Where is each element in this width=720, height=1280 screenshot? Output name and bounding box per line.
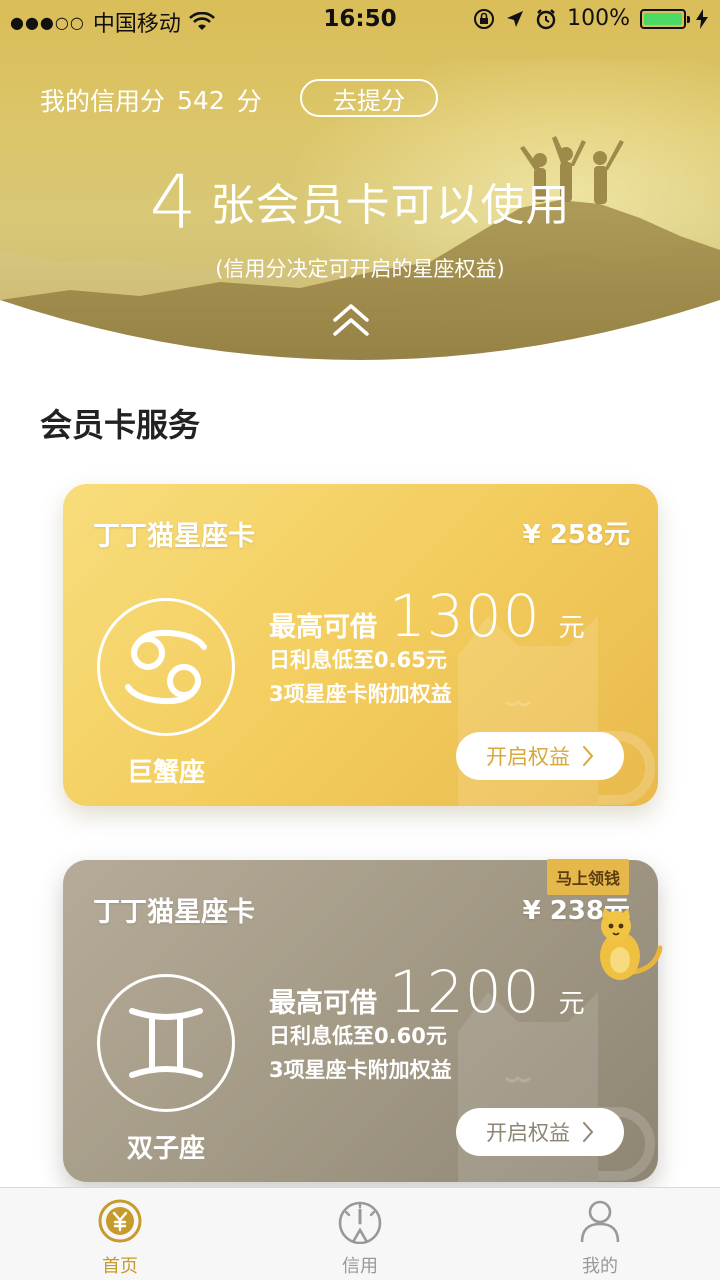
tab-label: 我的 xyxy=(582,1256,618,1277)
gauge-icon xyxy=(338,1201,382,1244)
daily-interest-text: 日利息低至0.65元 xyxy=(269,648,447,672)
raise-score-button[interactable]: 去提分 xyxy=(300,79,438,117)
charging-icon xyxy=(696,8,708,29)
zodiac-name: 巨蟹座 xyxy=(126,758,205,788)
gemini-icon xyxy=(97,974,235,1112)
hero-header: ●●●○○ 中国移动 16:50 100% 我的信用分 542 分 去提分 4 … xyxy=(0,0,720,370)
open-benefits-button[interactable]: 开启权益 xyxy=(456,732,624,780)
tab-home[interactable]: 首页 xyxy=(50,1198,190,1278)
alarm-icon xyxy=(536,8,556,29)
max-loan-label: 最高可借 xyxy=(269,988,377,1019)
max-loan-line: 最高可借 1200 元 xyxy=(269,958,585,1026)
max-loan-line: 最高可借 1300 元 xyxy=(269,582,585,650)
extra-benefits-text: 3项星座卡附加权益 xyxy=(269,1058,452,1082)
headline-subtitle: (信用分决定可开启的星座权益) xyxy=(215,257,505,281)
chevron-right-icon xyxy=(583,1122,594,1142)
status-bar: ●●●○○ 中国移动 16:50 100% xyxy=(0,0,720,40)
max-loan-amount: 1300 xyxy=(389,582,541,650)
chevron-right-icon xyxy=(583,746,594,766)
available-card-count: 4 xyxy=(149,160,197,246)
orientation-lock-icon xyxy=(474,8,495,29)
max-loan-amount: 1200 xyxy=(389,958,541,1026)
section-title: 会员卡服务 xyxy=(40,406,201,444)
tab-credit[interactable]: 信用 xyxy=(290,1198,430,1278)
membership-card-cancer[interactable]: 丁丁猫星座卡 ¥ 258元 巨蟹座 最高可借 1300 元 日利息低至0.65元… xyxy=(63,484,658,806)
credit-score-label: 我的信用分 xyxy=(40,87,166,116)
cancer-icon xyxy=(97,598,235,736)
daily-interest-text: 日利息低至0.60元 xyxy=(269,1024,447,1048)
tab-label: 信用 xyxy=(342,1256,378,1277)
double-chevron-up-icon[interactable] xyxy=(331,302,371,338)
credit-score-unit: 分 xyxy=(236,87,262,116)
battery-percent: 100% xyxy=(567,6,630,31)
tab-label: 首页 xyxy=(102,1256,138,1277)
open-benefits-label: 开启权益 xyxy=(486,1121,570,1145)
yen-coin-icon xyxy=(98,1199,142,1243)
zodiac-name: 双子座 xyxy=(126,1134,205,1164)
battery-icon xyxy=(640,8,690,29)
headline-text: 张会员卡可以使用 xyxy=(210,180,571,231)
membership-card-gemini[interactable]: 丁丁猫星座卡 ¥ 238元 双子座 最高可借 1200 元 日利息低至0.60元… xyxy=(63,860,658,1182)
max-loan-unit: 元 xyxy=(558,989,585,1019)
credit-score-line: 我的信用分 542 分 xyxy=(40,82,262,118)
extra-benefits-text: 3项星座卡附加权益 xyxy=(269,682,452,706)
open-benefits-button[interactable]: 开启权益 xyxy=(456,1108,624,1156)
get-money-ribbon[interactable]: 马上领钱 xyxy=(547,859,629,895)
bottom-tab-bar: 首页 信用 我的 xyxy=(0,1187,720,1280)
status-right: 100% xyxy=(473,6,708,31)
max-loan-label: 最高可借 xyxy=(269,612,377,643)
credit-score-value: 542 xyxy=(177,85,225,115)
card-price: ¥ 258元 xyxy=(522,520,630,550)
card-name: 丁丁猫星座卡 xyxy=(93,897,255,928)
battery-fill xyxy=(644,12,682,25)
tab-mine[interactable]: 我的 xyxy=(530,1198,670,1278)
location-arrow-icon xyxy=(507,10,524,27)
cat-mascot-icon[interactable] xyxy=(594,908,664,984)
person-icon xyxy=(580,1200,620,1243)
card-name: 丁丁猫星座卡 xyxy=(93,521,255,552)
available-cards-headline: 4 张会员卡可以使用 xyxy=(0,160,720,246)
open-benefits-label: 开启权益 xyxy=(486,745,570,769)
max-loan-unit: 元 xyxy=(558,613,585,643)
